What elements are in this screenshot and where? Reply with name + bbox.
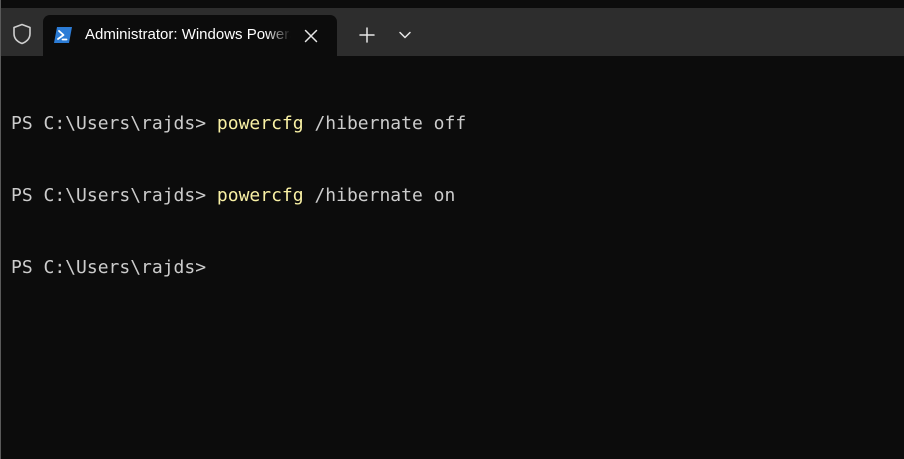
admin-shield-icon — [10, 22, 34, 46]
title-bar: Administrator: Windows PowerShell — [1, 8, 904, 56]
prompt: PS C:\Users\rajds> — [11, 257, 207, 278]
terminal-line: PS C:\Users\rajds> — [11, 256, 894, 280]
chevron-down-icon — [399, 31, 411, 39]
tab-title: Administrator: Windows PowerShell — [85, 26, 291, 43]
prompt: PS C:\Users\rajds> — [11, 185, 217, 206]
command: powercfg — [216, 185, 304, 206]
plus-icon — [359, 27, 375, 43]
close-icon[interactable] — [301, 26, 321, 46]
command: powercfg — [216, 113, 304, 134]
terminal-output[interactable]: PS C:\Users\rajds> powercfg /hibernate o… — [11, 64, 894, 459]
command-args: /hibernate on — [303, 185, 456, 206]
tab-dropdown-button[interactable] — [391, 20, 419, 50]
command-args: /hibernate off — [303, 113, 467, 134]
terminal-line: PS C:\Users\rajds> powercfg /hibernate o… — [11, 184, 894, 208]
prompt: PS C:\Users\rajds> — [11, 113, 217, 134]
terminal-window: Administrator: Windows PowerShell PS C:\… — [0, 0, 904, 459]
powershell-icon — [53, 26, 73, 44]
tab-powershell[interactable]: Administrator: Windows PowerShell — [43, 15, 337, 56]
terminal-line: PS C:\Users\rajds> powercfg /hibernate o… — [11, 112, 894, 136]
new-tab-button[interactable] — [349, 20, 385, 50]
